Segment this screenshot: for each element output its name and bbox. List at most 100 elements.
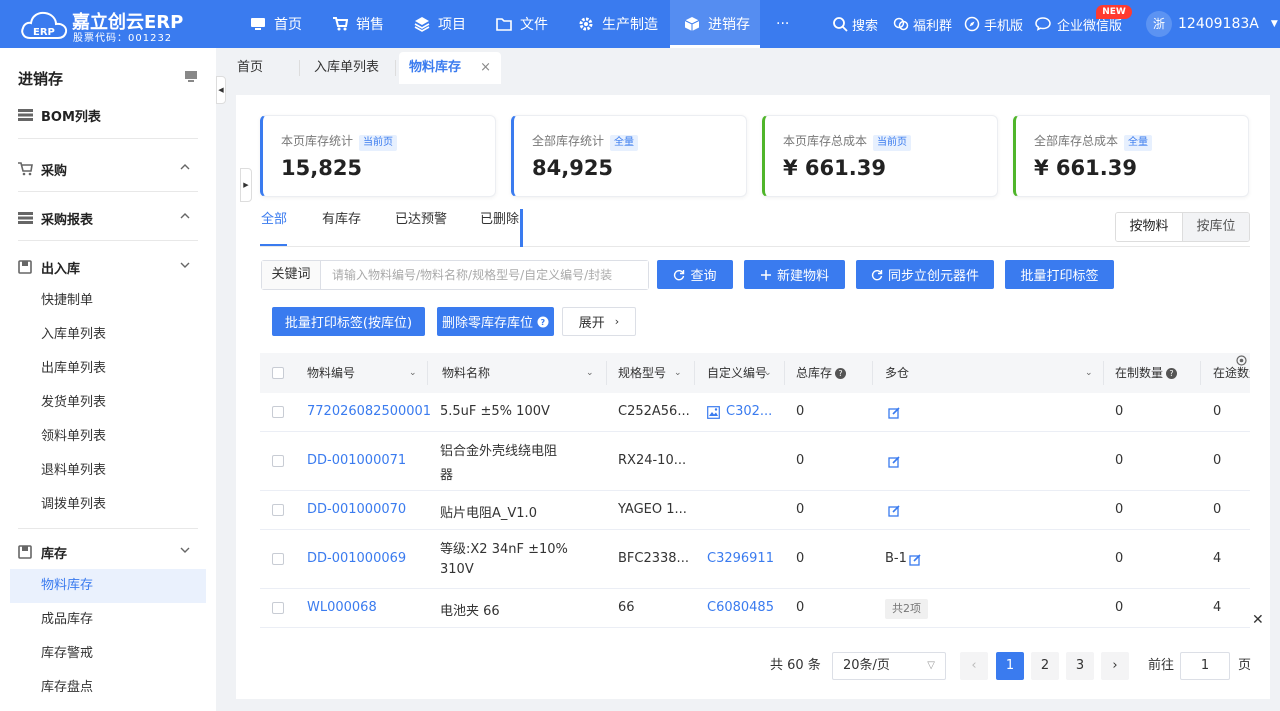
goto-page-input[interactable]: 1 <box>1180 652 1230 680</box>
material-code-link[interactable]: DD-001000069 <box>307 551 406 566</box>
expand-button[interactable]: 展开 › <box>562 307 636 336</box>
user-menu[interactable]: 浙 12409183A ▼ <box>1146 11 1278 37</box>
settings-circle-icon[interactable] <box>1236 355 1247 366</box>
row-checkbox[interactable] <box>272 406 284 418</box>
edit-icon[interactable] <box>888 456 900 468</box>
filter-tab-warning[interactable]: 已达预警 <box>395 208 447 227</box>
col-making-label: 在制数量 <box>1115 366 1164 380</box>
sidebar-item-return-list[interactable]: 退料单列表 <box>10 454 206 488</box>
image-icon[interactable] <box>707 406 720 419</box>
nav-project[interactable]: 项目 <box>414 0 466 48</box>
close-icon[interactable]: ✕ <box>1252 612 1264 628</box>
sidebar-group-in-out[interactable]: 出入库 <box>18 256 198 278</box>
material-code-link[interactable]: 772026082500001 <box>307 404 431 419</box>
edit-icon[interactable] <box>909 554 921 566</box>
page-3-button[interactable]: 3 <box>1066 652 1094 680</box>
monitor-collapse-icon[interactable] <box>184 70 198 83</box>
row-checkbox[interactable] <box>272 455 284 467</box>
edit-icon[interactable] <box>888 505 900 517</box>
select-all-checkbox[interactable] <box>272 367 284 379</box>
sidebar-item-transfer-list[interactable]: 调拨单列表 <box>10 488 206 522</box>
page-size-select[interactable]: 20条/页 ▽ <box>832 652 946 680</box>
batch-print-button[interactable]: 批量打印标签 <box>1005 260 1114 289</box>
keyword-input[interactable] <box>321 261 648 289</box>
col-name[interactable]: 物料名称 ⌄ <box>442 353 594 393</box>
new-material-button[interactable]: 新建物料 <box>744 260 845 289</box>
custom-code-link[interactable]: C6080485 <box>707 600 774 615</box>
view-by-material[interactable]: 按物料 <box>1116 213 1182 241</box>
row-checkbox[interactable] <box>272 602 284 614</box>
search-icon <box>833 17 848 32</box>
nav-home[interactable]: 首页 <box>250 0 302 48</box>
multi-count-label: 共2项 <box>885 599 928 619</box>
sidebar-item-shipping-list[interactable]: 发货单列表 <box>10 386 206 420</box>
nav-production[interactable]: 生产制造 <box>578 0 658 48</box>
mobile-link[interactable]: 手机版 <box>964 0 1023 48</box>
sidebar-item-stock-alert[interactable]: 库存警戒 <box>10 637 206 671</box>
col-total-label: 总库存 <box>796 366 833 380</box>
row-checkbox[interactable] <box>272 553 284 565</box>
query-button[interactable]: 查询 <box>657 260 733 289</box>
col-separator <box>1200 361 1201 385</box>
sidebar-item-product-stock[interactable]: 成品库存 <box>10 603 206 637</box>
sidebar-group-bom[interactable]: BOM列表 <box>18 104 198 126</box>
nav-sales[interactable]: 销售 <box>332 0 384 48</box>
sidebar-item-quick-order[interactable]: 快捷制单 <box>10 284 206 318</box>
nav-inventory[interactable]: 进销存 <box>670 0 760 48</box>
sidebar-item-inbound-list[interactable]: 入库单列表 <box>10 318 206 352</box>
benefit-group-link[interactable]: 福利群 <box>893 0 952 48</box>
sidebar-group-purchase-report[interactable]: 采购报表 <box>18 207 198 229</box>
table-header: 物料编号 ⌄ 物料名称 ⌄ 规格型号 ⌄ 自定义编号 ⌄ 总库存? 多仓 ⌄ 在制数量? … <box>260 353 1250 393</box>
sidebar-item-picking-list[interactable]: 领料单列表 <box>10 420 206 454</box>
query-button-label: 查询 <box>690 269 717 284</box>
filter-tab-all[interactable]: 全部 <box>261 208 287 227</box>
filter-tab-in-stock[interactable]: 有库存 <box>322 208 361 227</box>
view-by-location[interactable]: 按库位 <box>1182 213 1249 241</box>
tab-home[interactable]: 首页 <box>237 52 263 84</box>
search-link[interactable]: 搜索 <box>832 0 878 48</box>
material-code-link[interactable]: DD-001000070 <box>307 502 406 517</box>
col-total[interactable]: 总库存? <box>796 353 847 393</box>
sidebar-item-material-stock[interactable]: 物料库存 <box>10 569 206 603</box>
nav-more[interactable]: ··· <box>776 0 789 48</box>
material-code-link[interactable]: WL000068 <box>307 600 377 615</box>
material-code-link[interactable]: DD-001000071 <box>307 453 406 468</box>
page-1-button[interactable]: 1 <box>996 652 1024 680</box>
sidebar-collapse-handle[interactable]: ◀ <box>216 76 226 104</box>
total-count: 共 60 条 <box>770 658 821 673</box>
custom-code-link[interactable]: C3296911 <box>707 551 774 566</box>
row-checkbox[interactable] <box>272 504 284 516</box>
col-making[interactable]: 在制数量? <box>1115 353 1178 393</box>
tab-material-stock[interactable]: 物料库存 × <box>399 52 501 84</box>
refresh-icon <box>871 269 883 280</box>
card-label: 全部库存统计 <box>532 134 605 148</box>
svg-text:ERP: ERP <box>33 27 55 38</box>
col-custom[interactable]: 自定义编号 ⌄ <box>707 353 772 393</box>
edit-icon[interactable] <box>888 407 900 419</box>
sidebar-item-stock-check[interactable]: 库存盘点 <box>10 671 206 705</box>
batch-print-location-button[interactable]: 批量打印标签(按库位) <box>272 307 425 336</box>
col-code[interactable]: 物料编号 ⌄ <box>307 353 417 393</box>
panel-expand-handle[interactable]: ▶ <box>240 168 252 202</box>
next-page-button[interactable]: › <box>1101 652 1129 680</box>
delete-zero-stock-button[interactable]: 删除零库存库位 ? <box>437 307 554 336</box>
tab-inbound-list[interactable]: 入库单列表 <box>314 52 379 84</box>
filter-tab-deleted[interactable]: 已删除 <box>480 208 519 227</box>
custom-code-link[interactable]: C302... <box>726 404 772 419</box>
sidebar-item-outbound-list[interactable]: 出库单列表 <box>10 352 206 386</box>
making-qty: 0 <box>1115 404 1124 419</box>
sidebar-group-purchase[interactable]: 采购 <box>18 158 198 180</box>
prev-page-button[interactable]: ‹ <box>960 652 988 680</box>
sidebar-group-stock[interactable]: 库存 <box>18 541 198 563</box>
nav-file[interactable]: 文件 <box>496 0 548 48</box>
col-multi[interactable]: 多仓 ⌄ <box>885 353 1093 393</box>
sync-components-button[interactable]: 同步立创元器件 <box>856 260 994 289</box>
multi-warehouse-pill[interactable]: 共2项 <box>885 599 928 619</box>
brand-logo[interactable]: ERP 嘉立创云ERP 股票代码：001232 <box>16 6 186 44</box>
col-code-label: 物料编号 <box>307 366 356 380</box>
close-icon[interactable]: × <box>480 52 491 84</box>
page-2-button[interactable]: 2 <box>1031 652 1059 680</box>
nav-project-label: 项目 <box>438 17 466 33</box>
material-spec: 66 <box>618 600 635 615</box>
col-spec[interactable]: 规格型号 ⌄ <box>618 353 682 393</box>
